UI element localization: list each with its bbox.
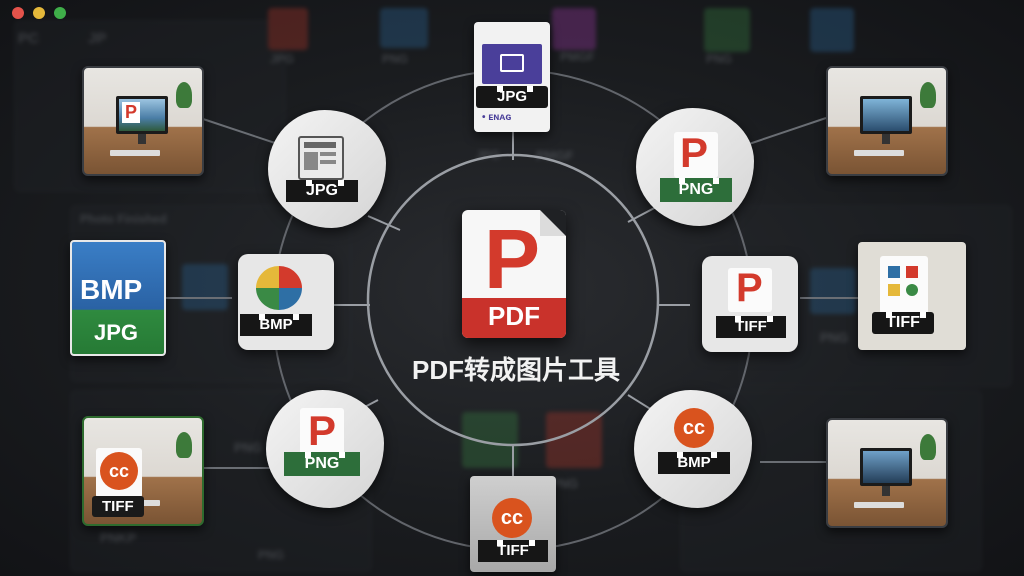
pdf-file-icon[interactable]: P PDF (462, 210, 566, 338)
bmp-jpg-card: BMP JPG (70, 240, 166, 356)
node-lower-right-bmp[interactable]: cc BMP (634, 390, 752, 508)
bmp-card-label: BMP (80, 274, 143, 305)
node-label: JPG (286, 180, 358, 202)
creative-commons-icon: cc (492, 498, 532, 538)
plant-icon (920, 82, 936, 108)
node-upper-right-png[interactable]: P PNG (636, 108, 754, 226)
node-left-bmp[interactable]: BMP (227, 254, 334, 358)
tiff-file-icon: P (728, 266, 772, 312)
tiff-card-right: TIFF (858, 242, 966, 350)
creative-commons-icon: cc (674, 408, 714, 448)
node-lower-left-png[interactable]: P PNG (266, 390, 384, 508)
jpg-file-icon (482, 44, 542, 84)
pdf-p-glyph: P (484, 212, 541, 306)
png-file-icon: P (674, 130, 718, 178)
tiff-file-icon: cc (96, 448, 142, 498)
node-label: JPG (476, 86, 548, 108)
node-label: PNG (284, 452, 360, 476)
png-file-icon: P (300, 408, 344, 456)
pdf-file-icon: P (122, 102, 141, 123)
bmp-file-icon (256, 266, 302, 310)
connector-line (367, 215, 401, 231)
node-upper-left-jpg[interactable]: JPG (268, 110, 386, 228)
pdf-file-label: PDF (488, 301, 540, 331)
image-file-icon (880, 256, 928, 314)
node-right-tiff[interactable]: P TIFF (691, 256, 798, 360)
desk-photo-bottom-left: cc TIFF (82, 416, 204, 526)
desk-photo-top-right (826, 66, 948, 176)
node-label: PNG (660, 178, 732, 202)
desk-photo-bottom-right (826, 418, 948, 528)
app-canvas: PC JP JPG PNG PNG PMGF Photo Finished PN… (0, 0, 1024, 576)
tiff-card-badge: TIFF (872, 312, 934, 334)
monitor-icon (860, 448, 912, 486)
plant-icon (176, 432, 192, 458)
creative-commons-icon: cc (100, 452, 138, 490)
node-label: TIFF (716, 316, 786, 338)
jpg-card-label: JPG (94, 320, 139, 345)
node-label: BMP (658, 452, 730, 474)
plant-icon (920, 434, 936, 460)
tiff-badge: TIFF (92, 496, 144, 517)
node-label: TIFF (478, 540, 548, 562)
connector-line (745, 117, 827, 146)
plant-icon (176, 82, 192, 108)
jpg-file-icon (298, 136, 344, 180)
node-top-jpg[interactable]: JPG • ᴇɴᴀɢ (474, 22, 550, 132)
page-title: PDF转成图片工具 (411, 355, 620, 385)
desk-photo-top-left: P (82, 66, 204, 176)
node-label: BMP (240, 314, 312, 336)
node-sublabel: • ᴇɴᴀɢ (482, 112, 512, 123)
node-bottom-tiff[interactable]: cc TIFF (470, 476, 556, 572)
monitor-icon (860, 96, 912, 134)
